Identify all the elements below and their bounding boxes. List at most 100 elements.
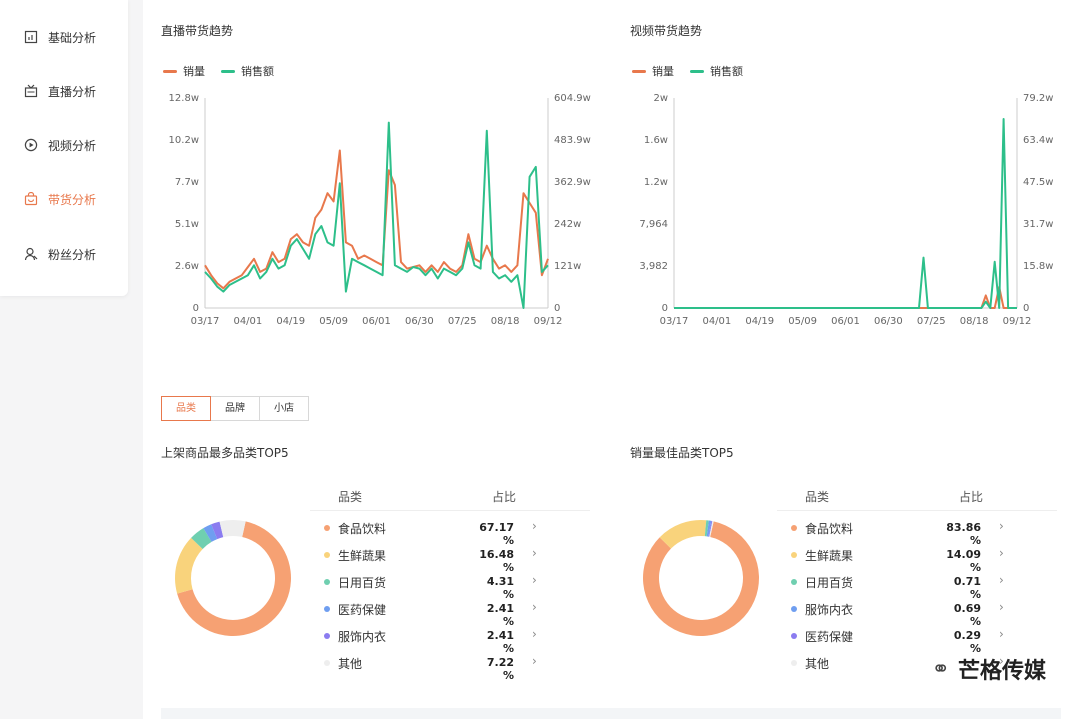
table-row[interactable]: 日用百货 0.71 % › bbox=[777, 572, 1057, 601]
legend-label: 销售额 bbox=[710, 65, 743, 78]
legend-dot bbox=[791, 579, 797, 585]
legend-swatch bbox=[690, 69, 704, 73]
y-left-tick-label: 2.6w bbox=[175, 261, 199, 272]
x-tick-label: 04/19 bbox=[745, 316, 774, 327]
y-left-tick-label: 2w bbox=[653, 93, 668, 104]
row-category: 服饰内衣 bbox=[805, 603, 854, 617]
chevron-right-icon[interactable]: › bbox=[532, 546, 537, 560]
bottom-panel bbox=[161, 708, 1061, 719]
table-row[interactable]: 医药保健 2.41 % › bbox=[310, 599, 590, 628]
watermark-text: 芒格传媒 bbox=[957, 659, 1046, 684]
row-category: 食品饮料 bbox=[805, 522, 854, 536]
y-left-tick-label: 7.7w bbox=[175, 177, 199, 188]
sidebar-item-label: 带货分析 bbox=[48, 192, 97, 207]
row-category: 食品饮料 bbox=[338, 522, 387, 536]
legend-item-amount[interactable]: 销售额 bbox=[690, 63, 743, 79]
chevron-right-icon[interactable]: › bbox=[532, 519, 537, 533]
sidebar-item-video[interactable]: 视频分析 bbox=[24, 135, 96, 155]
x-tick-label: 06/30 bbox=[405, 316, 434, 327]
row-share: 16.48 % bbox=[479, 548, 514, 574]
chevron-right-icon[interactable]: › bbox=[532, 627, 537, 641]
y-left-tick-label: 1.6w bbox=[644, 135, 668, 146]
tab-category[interactable]: 品类 bbox=[161, 396, 211, 421]
table-row[interactable]: 食品饮料 67.17 % › bbox=[310, 518, 590, 547]
x-tick-label: 04/19 bbox=[276, 316, 305, 327]
legend-item-amount[interactable]: 销售额 bbox=[221, 63, 274, 79]
x-tick-label: 05/09 bbox=[788, 316, 817, 327]
table-row[interactable]: 医药保健 0.29 % › bbox=[777, 626, 1057, 655]
legend-dot bbox=[324, 606, 330, 612]
row-share: 67.17 % bbox=[479, 521, 514, 547]
row-category: 其他 bbox=[338, 657, 363, 671]
sidebar-item-fans[interactable]: 粉丝分析 bbox=[24, 244, 96, 264]
table-row[interactable]: 生鲜蔬果 14.09 % › bbox=[777, 545, 1057, 574]
row-share: 2.41 % bbox=[486, 629, 514, 655]
chevron-right-icon[interactable]: › bbox=[999, 519, 1004, 533]
chevron-right-icon[interactable]: › bbox=[532, 573, 537, 587]
top-listed-table: 品类 占比 食品饮料 67.17 % › 生鲜蔬果 16.48 % › 日用百货 4.31 %… bbox=[310, 484, 590, 684]
y-left-tick-label: 12.8w bbox=[169, 93, 199, 104]
x-tick-label: 07/25 bbox=[448, 316, 477, 327]
x-tick-label: 04/01 bbox=[702, 316, 731, 327]
donut-slice bbox=[219, 520, 246, 538]
y-left-tick-label: 5.1w bbox=[175, 219, 199, 230]
y-right-tick-label: 121w bbox=[554, 261, 581, 272]
x-tick-label: 06/30 bbox=[874, 316, 903, 327]
col-category: 品类 bbox=[338, 490, 363, 504]
y-right-tick-label: 483.9w bbox=[554, 135, 591, 146]
legend-dot bbox=[324, 525, 330, 531]
series-line-qty bbox=[204, 149, 549, 290]
top-sales-donut[interactable] bbox=[631, 508, 771, 648]
chevron-right-icon[interactable]: › bbox=[532, 600, 537, 614]
y-right-tick-label: 47.5w bbox=[1023, 177, 1053, 188]
table-row[interactable]: 其他 7.22 % › bbox=[310, 653, 590, 682]
x-tick-label: 09/12 bbox=[1003, 316, 1032, 327]
table-row[interactable]: 服饰内衣 2.41 % › bbox=[310, 626, 590, 655]
chevron-right-icon[interactable]: › bbox=[532, 654, 537, 668]
y-right-tick-label: 31.7w bbox=[1023, 219, 1053, 230]
footer-watermark: ⚭ 芒格传媒 bbox=[932, 653, 1046, 685]
legend-item-qty[interactable]: 销量 bbox=[632, 63, 674, 79]
tab-shop[interactable]: 小店 bbox=[260, 396, 309, 421]
sidebar-item-goods[interactable]: 带货分析 bbox=[24, 189, 96, 209]
live-trend-chart[interactable]: 0 2.6w 5.1w 7.7w 10.2w 12.8w 0 121w 242w 362.9w 48… bbox=[143, 88, 613, 338]
row-category: 生鲜蔬果 bbox=[805, 549, 854, 563]
video-trend-chart[interactable]: 0 3,982 7,964 1.2w 1.6w 2w 0 15.8w 31.7w 47.5w 63.… bbox=[612, 88, 1080, 338]
legend-label: 销量 bbox=[652, 65, 674, 78]
chevron-right-icon[interactable]: › bbox=[999, 546, 1004, 560]
table-row[interactable]: 生鲜蔬果 16.48 % › bbox=[310, 545, 590, 574]
top-listed-donut[interactable] bbox=[163, 508, 303, 648]
table-row[interactable]: 服饰内衣 0.69 % › bbox=[777, 599, 1057, 628]
row-share: 7.22 % bbox=[486, 656, 514, 682]
legend-item-qty[interactable]: 销量 bbox=[163, 63, 205, 79]
chevron-right-icon[interactable]: › bbox=[999, 600, 1004, 614]
top-listed-title: 上架商品最多品类TOP5 bbox=[161, 446, 289, 460]
table-row[interactable]: 食品饮料 83.86 % › bbox=[777, 518, 1057, 547]
table-row[interactable]: 日用百货 4.31 % › bbox=[310, 572, 590, 601]
sidebar-item-label: 粉丝分析 bbox=[48, 247, 97, 262]
chevron-right-icon[interactable]: › bbox=[999, 573, 1004, 587]
sidebar-item-live[interactable]: 直播分析 bbox=[24, 81, 96, 101]
legend-dot bbox=[791, 552, 797, 558]
row-share: 0.69 % bbox=[953, 602, 981, 628]
y-right-tick-label: 0 bbox=[554, 303, 560, 314]
chart-icon bbox=[24, 30, 38, 44]
legend-dot bbox=[791, 660, 797, 666]
tab-brand[interactable]: 品牌 bbox=[211, 396, 260, 421]
series-line-amount bbox=[674, 118, 1017, 309]
row-category: 服饰内衣 bbox=[338, 630, 387, 644]
row-category: 生鲜蔬果 bbox=[338, 549, 387, 563]
sidebar-item-basic[interactable]: 基础分析 bbox=[24, 27, 96, 47]
y-left-tick-label: 10.2w bbox=[169, 135, 199, 146]
chevron-right-icon[interactable]: › bbox=[999, 627, 1004, 641]
y-right-tick-label: 15.8w bbox=[1023, 261, 1053, 272]
y-left-tick-label: 0 bbox=[193, 303, 199, 314]
legend-dot bbox=[791, 633, 797, 639]
table-header: 品类 占比 bbox=[310, 484, 590, 511]
video-chart-legend: 销量 销售额 bbox=[632, 63, 759, 79]
legend-dot bbox=[791, 606, 797, 612]
row-share: 2.41 % bbox=[486, 602, 514, 628]
top-sales-title: 销量最佳品类TOP5 bbox=[630, 446, 734, 460]
x-tick-label: 08/18 bbox=[960, 316, 989, 327]
y-right-tick-label: 242w bbox=[554, 219, 581, 230]
